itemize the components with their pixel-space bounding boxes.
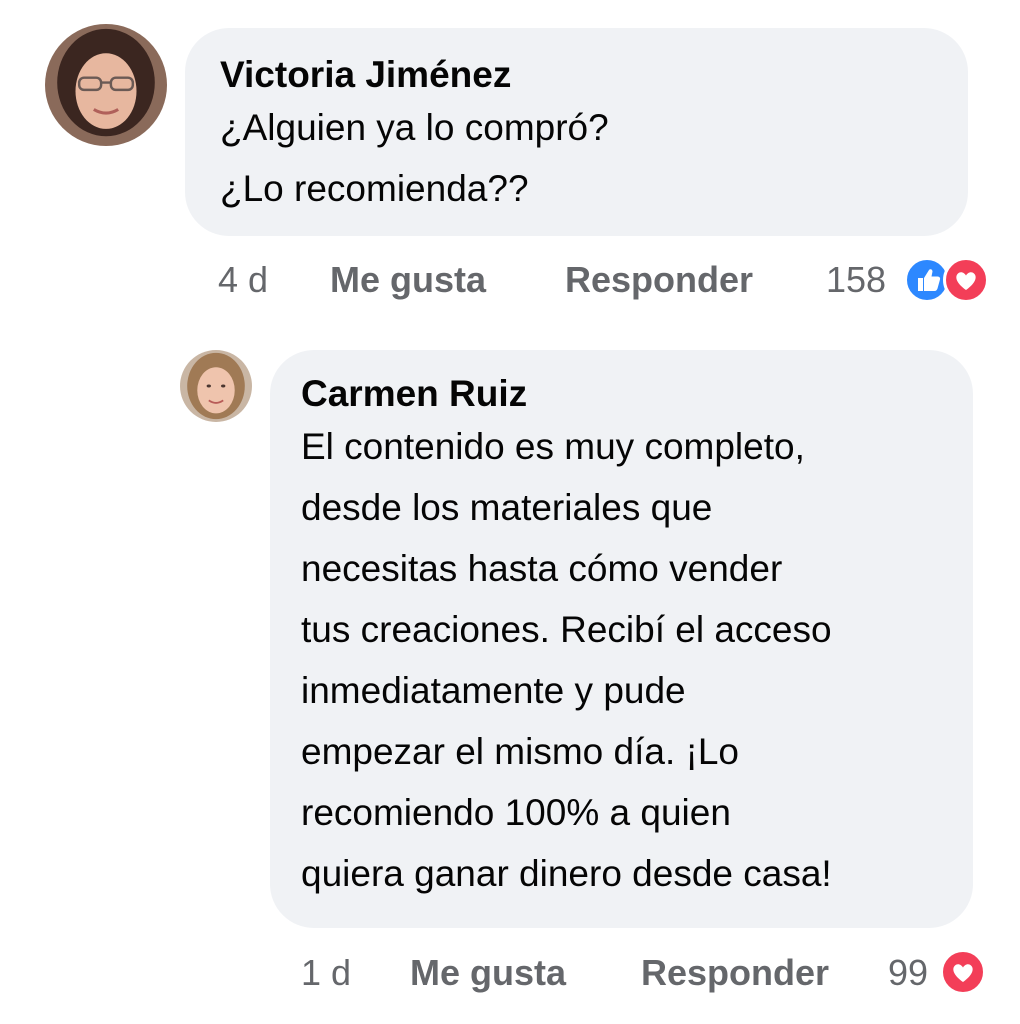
reply-button[interactable]: Responder <box>565 255 753 305</box>
comment-actions: 4 d Me gusta Responder 158 <box>218 255 998 305</box>
comment-text: ¿Alguien ya lo compró? ¿Lo recomienda?? <box>220 97 934 219</box>
comment-bubble: Victoria Jiménez ¿Alguien ya lo compró? … <box>185 28 968 236</box>
comment-line: ¿Alguien ya lo compró? <box>220 107 609 148</box>
comment-author[interactable]: Victoria Jiménez <box>220 53 934 97</box>
avatar[interactable] <box>180 350 252 422</box>
comment-timestamp[interactable]: 4 d <box>218 255 268 305</box>
love-icon[interactable] <box>943 257 989 303</box>
love-icon[interactable] <box>940 949 986 995</box>
comment-line: El contenido es muy completo, <box>301 426 805 467</box>
like-button[interactable]: Me gusta <box>330 255 486 305</box>
comment-line: desde los materiales que <box>301 487 713 528</box>
comment-line: necesitas hasta cómo vender <box>301 548 783 589</box>
comment-text: El contenido es muy completo, desde los … <box>301 416 953 904</box>
comment-line: empezar el mismo día. ¡Lo <box>301 731 740 772</box>
comment-actions: 1 d Me gusta Responder 99 <box>301 948 1001 998</box>
reaction-count[interactable]: 99 <box>888 948 928 998</box>
comment-line: inmediatamente y pude <box>301 670 686 711</box>
comment-line: ¿Lo recomienda?? <box>220 168 529 209</box>
like-button[interactable]: Me gusta <box>410 948 566 998</box>
comment-line: recomiendo 100% a quien <box>301 792 731 833</box>
reply-button[interactable]: Responder <box>641 948 829 998</box>
avatar[interactable] <box>45 24 167 146</box>
comment-line: quiera ganar dinero desde casa! <box>301 853 832 894</box>
comment-bubble: Carmen Ruiz El contenido es muy completo… <box>270 350 973 928</box>
comment-author[interactable]: Carmen Ruiz <box>301 372 953 416</box>
comment-line: tus creaciones. Recibí el acceso <box>301 609 832 650</box>
comment-timestamp[interactable]: 1 d <box>301 948 351 998</box>
reaction-count[interactable]: 158 <box>826 255 886 305</box>
